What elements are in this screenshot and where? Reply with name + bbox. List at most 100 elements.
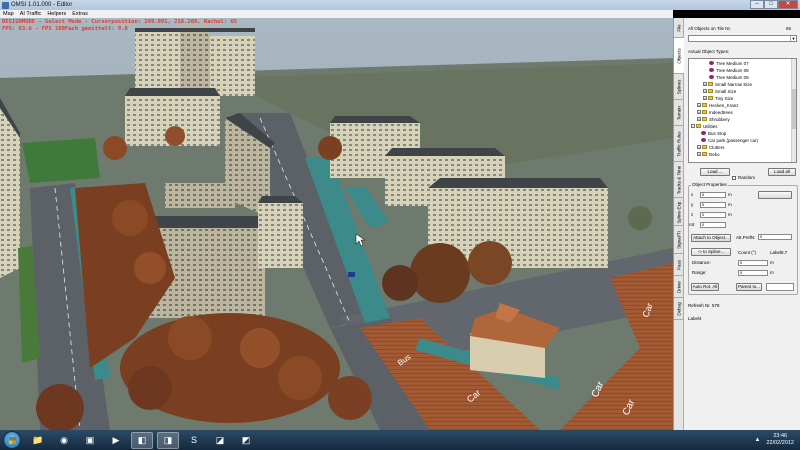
minimize-button[interactable]: – <box>750 0 764 9</box>
tree-item[interactable]: + Tiny Size <box>703 95 733 101</box>
tree-item[interactable]: − Utilities <box>691 123 718 129</box>
load-all-button[interactable]: Load all <box>768 168 796 176</box>
auto-rot-all-button[interactable]: Auto Rot. All <box>691 283 719 291</box>
show-hidden-icons-icon[interactable]: ▲ <box>755 437 761 443</box>
close-button[interactable]: ✕ <box>778 0 798 9</box>
3d-viewport[interactable]: Car Car Car Car Bus DESIGNMODE - Select … <box>0 18 673 430</box>
tab-tracks-time[interactable]: Tracks & Time <box>674 162 684 198</box>
tree-item[interactable]: + Small Narrow Size <box>703 81 752 87</box>
tree-item[interactable]: + Small Size <box>703 88 736 94</box>
device-icon[interactable]: ▣ <box>79 432 101 449</box>
paint-icon[interactable]: ◩ <box>235 432 257 449</box>
parent-to-field[interactable] <box>766 283 794 291</box>
tree-item[interactable]: Bus Stop <box>701 130 726 136</box>
tree-item[interactable]: + Shrubbery <box>697 116 730 122</box>
tab-signal[interactable]: Signal/Tt <box>674 226 684 254</box>
objects-on-tile-dropdown[interactable]: ▼ <box>688 35 797 42</box>
taskbar-apps: 📁 ◉ ▣ ▶ ◧ ◨ S ◪ ◩ <box>25 431 259 449</box>
menu-item-extras[interactable]: Extras <box>69 11 91 17</box>
vertical-tab-strip: File Objects Splines Terrain Traffic Rul… <box>674 18 684 430</box>
clock[interactable]: 23:46 22/02/2012 <box>766 433 794 447</box>
tab-file[interactable]: File <box>674 18 684 38</box>
expand-icon[interactable]: + <box>697 103 701 107</box>
title-bar: OMSI 1.01.000 - Editor – □ ✕ <box>0 0 800 10</box>
object-types-tree[interactable]: Tree Medium 07 Tree Medium 08 Tree Mediu… <box>688 58 797 163</box>
gallery-icon[interactable]: ◪ <box>209 432 231 449</box>
maximize-button[interactable]: □ <box>764 0 778 9</box>
folder-icon <box>702 152 707 156</box>
media-player-icon[interactable]: ▶ <box>105 432 127 449</box>
expand-icon[interactable]: + <box>697 145 701 149</box>
skype-icon[interactable]: S <box>183 432 205 449</box>
app-icon <box>2 1 9 9</box>
explorer-icon[interactable]: 📁 <box>27 432 49 449</box>
tab-driver[interactable]: Driver <box>674 276 684 298</box>
object-icon <box>709 61 714 65</box>
tree-item[interactable]: Tree Medium 09 <box>709 74 749 80</box>
start-button[interactable] <box>3 431 21 449</box>
tree-item[interactable]: + Deko <box>697 151 720 157</box>
collapse-icon[interactable]: − <box>691 124 695 128</box>
folder-icon <box>708 89 713 93</box>
checkbox-box[interactable] <box>732 175 736 180</box>
firefox-icon[interactable]: ◉ <box>53 432 75 449</box>
expand-icon[interactable]: + <box>697 152 701 156</box>
omsi-window-icon[interactable]: ◨ <box>157 431 179 449</box>
scene-render: Car Car Car Car Bus <box>0 18 673 430</box>
clock-time: 23:46 <box>773 433 788 439</box>
y-field[interactable]: 0 <box>700 202 726 208</box>
menu-item-helpers[interactable]: Helpers <box>44 11 69 17</box>
tab-terrain[interactable]: Terrain <box>674 100 684 126</box>
tab-debug[interactable]: Debug <box>674 298 684 320</box>
all-objects-count: 65 <box>786 26 792 31</box>
tree-item[interactable]: + Indeedtrees <box>697 109 733 115</box>
att-prefix-label: Att.PrefN: <box>736 235 756 240</box>
expand-icon[interactable]: + <box>703 96 707 100</box>
expand-icon[interactable]: + <box>697 110 701 114</box>
att-prefix-field[interactable]: 0 <box>758 234 792 240</box>
tab-objects[interactable]: Objects <box>674 38 684 74</box>
rot-field[interactable]: 0 <box>700 222 726 228</box>
random-checkbox[interactable]: Random <box>732 175 755 180</box>
distance-label: Distance: <box>692 260 711 265</box>
x-unit: m <box>728 192 732 197</box>
y-unit: m <box>728 202 732 207</box>
z-field[interactable]: 0 <box>700 212 726 218</box>
tree-item[interactable]: Tree Medium 08 <box>709 67 749 73</box>
load-button[interactable]: Load ... <box>700 168 730 176</box>
range-unit: m <box>770 270 774 275</box>
menu-item-map[interactable]: Map <box>0 11 17 17</box>
menu-item-ai-traffic[interactable]: AI Traffic <box>17 11 45 17</box>
objects-tab-content: All Objects on Tile Nr. 65 ▼ Actual Obje… <box>686 18 799 430</box>
taskbar: 📁 ◉ ▣ ▶ ◧ ◨ S ◪ ◩ ▲ 23:46 22/02/2012 <box>0 430 800 450</box>
tab-spline-exp[interactable]: Spline-Exp. <box>674 198 684 226</box>
tree-item[interactable]: + Clutters <box>697 144 725 150</box>
sports-field <box>22 138 100 183</box>
tree-item[interactable]: + Hecken_Kranz <box>697 102 739 108</box>
expand-icon[interactable]: + <box>697 117 701 121</box>
tab-pass[interactable]: Pass <box>674 254 684 276</box>
omsi-app-icon[interactable]: ◧ <box>131 431 153 449</box>
folder-icon <box>702 145 707 149</box>
scrollbar-thumb[interactable] <box>792 89 796 129</box>
folder-icon <box>708 82 713 86</box>
object-icon <box>709 75 714 79</box>
expand-icon[interactable]: + <box>703 89 707 93</box>
tab-splines[interactable]: Splines <box>674 74 684 100</box>
menu-bar: Map AI Traffic Helpers Extras <box>0 10 673 18</box>
distance-field[interactable]: 0 <box>738 260 768 266</box>
range-field[interactable]: 0 <box>738 270 768 276</box>
attach-to-object-button[interactable]: Attach to Object... <box>691 234 731 242</box>
x-field[interactable]: 0 <box>700 192 726 198</box>
chevron-down-icon: ▼ <box>790 36 796 41</box>
rot-label: rot <box>689 222 695 227</box>
expand-icon[interactable]: + <box>703 82 707 86</box>
tab-traffic-rules[interactable]: Traffic Rules <box>674 126 684 162</box>
parent-to-button[interactable]: Parent to... <box>736 283 762 291</box>
to-spline-button[interactable]: -> to Spline... <box>691 248 731 256</box>
tree-item[interactable]: Car park (passenger car) <box>701 137 758 143</box>
folder-icon <box>702 103 707 107</box>
tree-scrollbar[interactable] <box>791 59 796 162</box>
property-button[interactable] <box>758 191 792 199</box>
tree-item[interactable]: Tree Medium 07 <box>709 60 749 66</box>
